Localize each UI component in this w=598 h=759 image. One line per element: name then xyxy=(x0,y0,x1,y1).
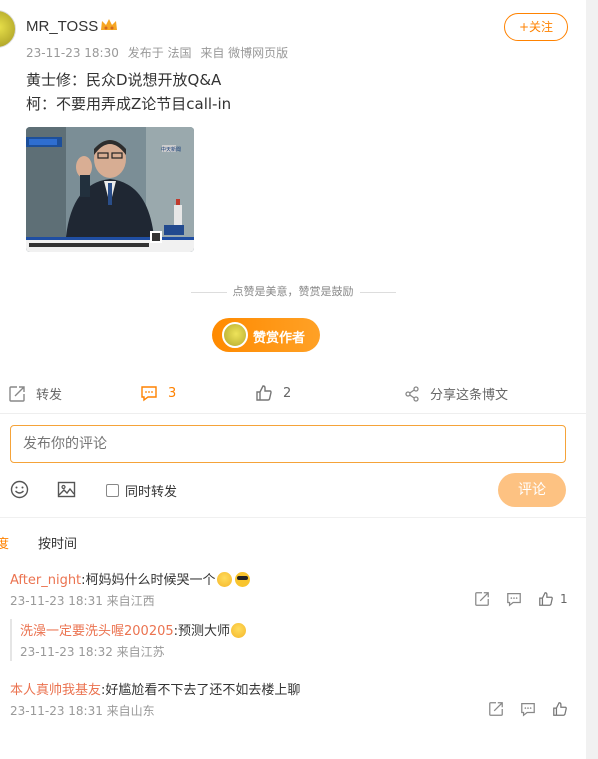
repost-label: 转发 xyxy=(36,388,63,403)
comment-meta: 23-11-23 18:32 来自江苏 xyxy=(20,645,165,659)
like-icon[interactable] xyxy=(552,701,568,717)
comment-action[interactable]: 3 xyxy=(140,384,176,402)
like-icon xyxy=(256,385,272,401)
username[interactable]: MR_TOSS xyxy=(26,18,98,35)
post-source: 来自 微博网页版 xyxy=(200,46,289,60)
share-icon xyxy=(405,385,419,402)
comment-icon xyxy=(141,386,157,402)
reward-hint: 点赞是美意，赞赏是鼓励 xyxy=(0,283,586,299)
reply-indent-bar xyxy=(10,619,12,661)
sunglasses-emoji-icon xyxy=(234,572,250,587)
reward-divider-left xyxy=(190,291,227,293)
divider xyxy=(0,413,586,414)
crown-badge-icon xyxy=(101,19,117,30)
repost-icon[interactable] xyxy=(488,701,504,717)
post-image[interactable]: 中天新聞 xyxy=(26,127,194,252)
post-text: 黄士修：民众D说想开放Q&A 柯：不要用弄成Z论节目call-in xyxy=(26,68,546,116)
emoji-icon[interactable] xyxy=(10,480,29,499)
share-action[interactable]: 分享这条博文 xyxy=(404,384,508,403)
repost-icon xyxy=(9,385,25,402)
repost-checkbox[interactable] xyxy=(106,484,119,497)
image-icon[interactable] xyxy=(57,480,76,499)
post-location: 发布于 法国 xyxy=(127,46,192,60)
comment-author[interactable]: After_night xyxy=(10,573,81,588)
share-label: 分享这条博文 xyxy=(430,388,509,403)
comment-item: After_night:柯妈妈什么时候哭一个 xyxy=(10,569,250,588)
tab-hot[interactable]: 度 xyxy=(0,533,9,552)
repost-checkbox-row[interactable]: 同时转发 xyxy=(106,481,177,500)
comment-item: 本人真帅我基友:好尴尬看不下去了还不如去楼上聊 xyxy=(10,679,300,698)
submit-comment-button[interactable]: 评论 xyxy=(498,473,566,507)
like-action[interactable]: 2 xyxy=(255,384,291,402)
repost-checkbox-label: 同时转发 xyxy=(125,485,178,500)
comment-like-count: 1 xyxy=(560,592,568,606)
comment-meta: 23-11-23 18:31 来自山东 xyxy=(10,704,155,718)
like-icon[interactable] xyxy=(538,591,554,607)
tab-by-time[interactable]: 按时间 xyxy=(38,533,77,552)
reply-item: 洗澡一定要洗头喔200205:预测大师 xyxy=(20,620,247,639)
avatar[interactable] xyxy=(0,10,16,48)
reward-divider-right xyxy=(359,291,396,293)
comment-input[interactable] xyxy=(10,425,566,463)
reward-avatar xyxy=(222,322,248,348)
comment-icon[interactable] xyxy=(506,591,522,607)
divider xyxy=(0,517,586,518)
comment-text: :好尴尬看不下去了还不如去楼上聊 xyxy=(101,683,301,698)
laughing-emoji-icon xyxy=(216,572,232,587)
post-image-graphic: 中天新聞 xyxy=(26,127,194,252)
comment-text: :预测大师 xyxy=(173,624,231,639)
like-count: 2 xyxy=(283,385,292,401)
follow-button[interactable]: +关注 xyxy=(504,13,568,41)
scrollbar[interactable] xyxy=(586,0,598,759)
comment-meta: 23-11-23 18:31 来自江西 xyxy=(10,594,155,608)
repost-icon[interactable] xyxy=(474,591,490,607)
comment-text: :柯妈妈什么时候哭一个 xyxy=(81,573,216,588)
post-line-2: 柯：不要用弄成Z论节目call-in xyxy=(26,95,232,113)
comment-icon[interactable] xyxy=(520,701,536,717)
comment-count: 3 xyxy=(168,385,177,401)
reward-button-label: 赞赏作者 xyxy=(253,331,306,346)
post-timestamp[interactable]: 23-11-23 18:30 xyxy=(26,46,119,60)
comment-author[interactable]: 本人真帅我基友 xyxy=(10,683,101,698)
reward-hint-text: 点赞是美意，赞赏是鼓励 xyxy=(232,285,354,298)
channel-logo-text: 中天新聞 xyxy=(161,146,181,153)
comment-actions: 1 xyxy=(474,591,568,607)
laughing-emoji-icon xyxy=(231,623,247,638)
reward-author-button[interactable]: 赞赏作者 xyxy=(212,318,320,352)
post-meta: 23-11-23 18:30 发布于 法国 来自 微博网页版 xyxy=(26,44,293,61)
comment-actions xyxy=(488,701,568,717)
post-line-1: 黄士修：民众D说想开放Q&A xyxy=(26,71,222,89)
comment-author[interactable]: 洗澡一定要洗头喔200205 xyxy=(20,624,174,639)
repost-action[interactable]: 转发 xyxy=(8,384,62,403)
